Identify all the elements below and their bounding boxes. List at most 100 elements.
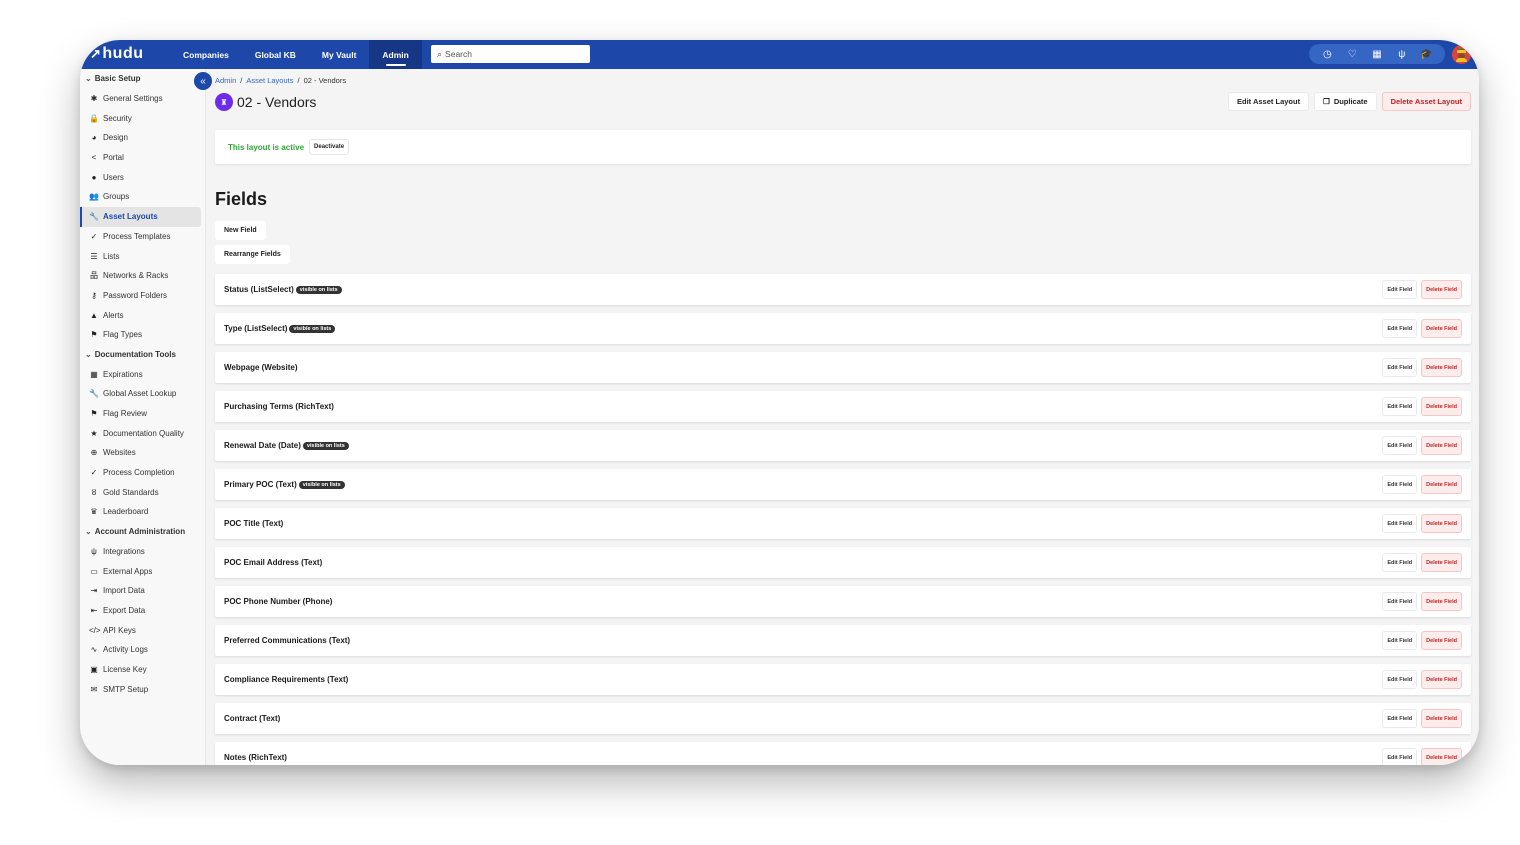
sidebar-item-label: Alerts [103, 310, 124, 320]
duplicate-button[interactable]: ❐ Duplicate [1314, 92, 1377, 111]
delete-field-button[interactable]: Delete Field [1421, 670, 1462, 689]
sidebar-item-asset-layouts[interactable]: 🔧 Asset Layouts [80, 206, 201, 227]
rearrange-fields-button[interactable]: Rearrange Fields [215, 245, 290, 264]
status-text: This layout is active [228, 142, 305, 152]
sidebar-item-groups[interactable]: 👥 Groups [80, 187, 201, 207]
edit-asset-layout-button[interactable]: Edit Asset Layout [1228, 92, 1310, 111]
sidebar-item-external-apps[interactable]: ▭ External Apps [80, 561, 201, 581]
sidebar-item-websites[interactable]: ⊕ Websites [80, 443, 201, 463]
collapse-sidebar-button[interactable]: « [194, 72, 212, 90]
breadcrumb-item[interactable]: Asset Layouts [246, 76, 293, 85]
plug-check-icon[interactable]: ψ [1395, 49, 1409, 60]
breadcrumb-item[interactable]: Admin [215, 76, 236, 85]
copy-icon: ❐ [1323, 97, 1330, 106]
bell-icon: ▲ [90, 310, 98, 320]
delete-field-button[interactable]: Delete Field [1421, 709, 1462, 728]
sidebar-item-label: Process Templates [103, 231, 171, 241]
sidebar-item-networks-racks[interactable]: 品 Networks & Racks [80, 266, 201, 286]
sidebar-item-documentation-quality[interactable]: ★ Documentation Quality [80, 423, 201, 443]
nav-my-vault[interactable]: My Vault [309, 40, 369, 69]
sidebar-item-process-templates[interactable]: ✓ Process Templates [80, 227, 201, 247]
sidebar-item-import-data[interactable]: ⇥ Import Data [80, 581, 201, 601]
field-row: POC Phone Number (Phone) Edit Field Delete… [215, 586, 1471, 617]
delete-field-button[interactable]: Delete Field [1421, 475, 1462, 494]
graduation-cap-icon[interactable]: 🎓 [1420, 49, 1434, 60]
edit-field-button[interactable]: Edit Field [1382, 514, 1418, 533]
calendar-icon[interactable]: ▦ [1370, 49, 1384, 60]
sidebar-item-design[interactable]: ◕ Design [80, 128, 201, 148]
id-card-icon: ▣ [90, 664, 98, 674]
edit-field-button[interactable]: Edit Field [1382, 709, 1418, 728]
sidebar-section-account-administration[interactable]: ⌄ Account Administration [80, 522, 205, 542]
sidebar-item-process-completion[interactable]: ✓ Process Completion [80, 463, 201, 483]
edit-field-button[interactable]: Edit Field [1382, 397, 1418, 416]
field-actions: Edit Field Delete Field [1382, 358, 1462, 377]
delete-field-button[interactable]: Delete Field [1421, 319, 1462, 338]
edit-field-button[interactable]: Edit Field [1382, 592, 1418, 611]
delete-field-button[interactable]: Delete Field [1421, 748, 1462, 765]
sidebar-item-portal[interactable]: < Portal [80, 148, 201, 168]
edit-field-button[interactable]: Edit Field [1382, 631, 1418, 650]
layout-status-card: This layout is active Deactivate [215, 130, 1471, 164]
field-name: Contract (Text) [224, 714, 281, 723]
page-title: 02 - Vendors [237, 94, 317, 110]
field-name: Status (ListSelect) [224, 285, 294, 294]
new-field-button[interactable]: New Field [215, 221, 266, 240]
sidebar-item-global-asset-lookup[interactable]: 🔧 Global Asset Lookup [80, 384, 201, 404]
clock-icon[interactable]: ◷ [1320, 49, 1334, 60]
sidebar-item-general-settings[interactable]: ✱ General Settings [80, 89, 201, 109]
edit-field-button[interactable]: Edit Field [1382, 319, 1418, 338]
sidebar-item-users[interactable]: ● Users [80, 167, 201, 187]
hudu-logo[interactable]: ↗ hudu [90, 45, 144, 63]
delete-field-button[interactable]: Delete Field [1421, 358, 1462, 377]
field-row: POC Email Address (Text) Edit Field Delete… [215, 547, 1471, 578]
sidebar-item-leaderboard[interactable]: ♛ Leaderboard [80, 502, 201, 522]
page-header: ♜ 02 - Vendors [215, 93, 316, 111]
sidebar-item-password-folders[interactable]: ⚷ Password Folders [80, 286, 201, 306]
sidebar-item-label: License Key [103, 664, 147, 674]
edit-field-button[interactable]: Edit Field [1382, 553, 1418, 572]
sidebar-item-label: Gold Standards [103, 487, 159, 497]
nav-admin[interactable]: Admin [369, 40, 422, 69]
search-input[interactable]: ⌕ Search [431, 45, 590, 63]
sidebar-item-label: Activity Logs [103, 645, 148, 655]
sidebar-item-label: Asset Layouts [103, 212, 158, 222]
edit-field-button[interactable]: Edit Field [1382, 670, 1418, 689]
edit-field-button[interactable]: Edit Field [1382, 748, 1418, 765]
sidebar-item-smtp-setup[interactable]: ✉ SMTP Setup [80, 679, 201, 699]
delete-field-button[interactable]: Delete Field [1421, 514, 1462, 533]
sidebar-item-gold-standards[interactable]: ȣ Gold Standards [80, 482, 201, 502]
sidebar-item-flag-types[interactable]: ⚑ Flag Types [80, 325, 201, 345]
sidebar-item-expirations[interactable]: ▦ Expirations [80, 364, 201, 384]
delete-field-button[interactable]: Delete Field [1421, 631, 1462, 650]
sidebar-section-basic-setup[interactable]: ⌄ Basic Setup [80, 69, 205, 89]
delete-field-button[interactable]: Delete Field [1421, 280, 1462, 299]
sidebar-item-license-key[interactable]: ▣ License Key [80, 660, 201, 680]
field-actions: Edit Field Delete Field [1382, 319, 1462, 338]
edit-field-button[interactable]: Edit Field [1382, 475, 1418, 494]
deactivate-button[interactable]: Deactivate [309, 139, 350, 155]
sidebar-item-flag-review[interactable]: ⚑ Flag Review [80, 404, 201, 424]
nav-global-kb[interactable]: Global KB [242, 40, 309, 69]
edit-field-button[interactable]: Edit Field [1382, 358, 1418, 377]
sidebar-section-documentation-tools[interactable]: ⌄ Documentation Tools [80, 345, 205, 365]
field-name: Type (ListSelect) [224, 324, 288, 333]
edit-field-button[interactable]: Edit Field [1382, 280, 1418, 299]
delete-field-button[interactable]: Delete Field [1421, 592, 1462, 611]
delete-field-button[interactable]: Delete Field [1421, 553, 1462, 572]
sidebar-item-activity-logs[interactable]: ∿ Activity Logs [80, 640, 201, 660]
sidebar-item-lists[interactable]: ☰ Lists [80, 246, 201, 266]
sidebar-item-export-data[interactable]: ⇤ Export Data [80, 601, 201, 621]
heart-icon[interactable]: ♡ [1345, 49, 1359, 60]
nav-companies[interactable]: Companies [170, 40, 242, 69]
sidebar-item-integrations[interactable]: ψ Integrations [80, 542, 201, 562]
avatar[interactable] [1452, 45, 1471, 64]
check-icon: ✓ [90, 231, 98, 241]
edit-field-button[interactable]: Edit Field [1382, 436, 1418, 455]
sidebar-item-security[interactable]: 🔒 Security [80, 108, 201, 128]
sidebar-item-api-keys[interactable]: </> API Keys [80, 620, 201, 640]
delete-asset-layout-button[interactable]: Delete Asset Layout [1381, 92, 1471, 111]
delete-field-button[interactable]: Delete Field [1421, 436, 1462, 455]
delete-field-button[interactable]: Delete Field [1421, 397, 1462, 416]
sidebar-item-alerts[interactable]: ▲ Alerts [80, 305, 201, 325]
